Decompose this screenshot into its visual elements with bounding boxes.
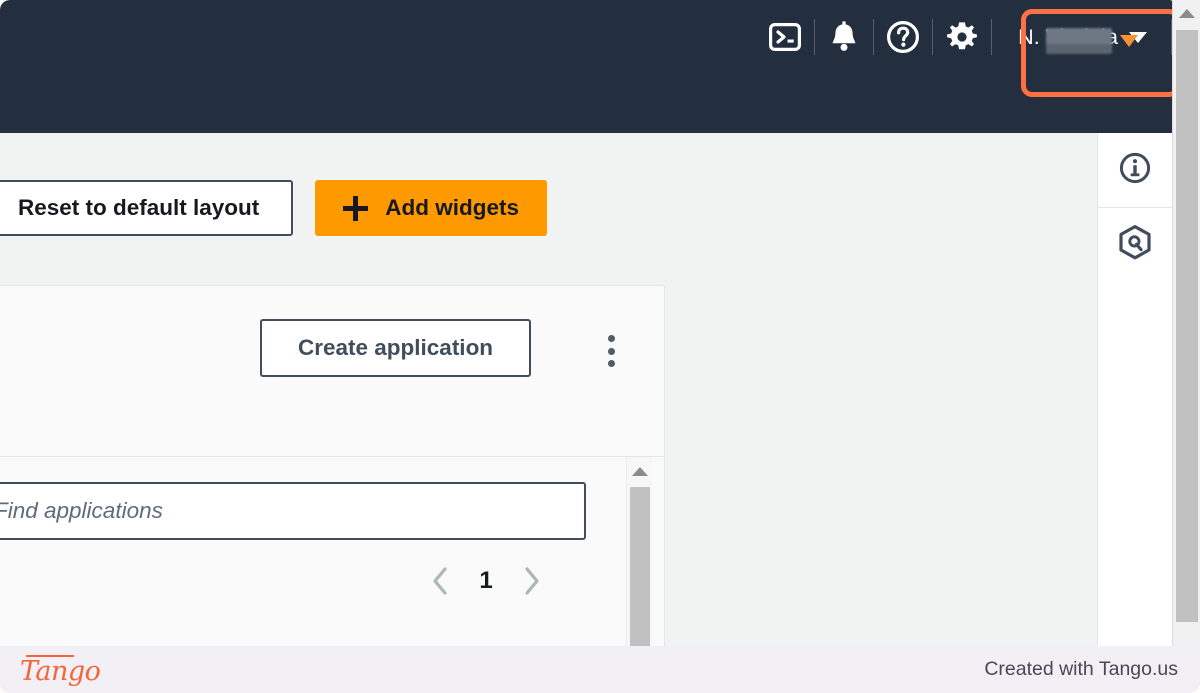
widget-header: Create application [0,286,664,456]
reset-to-default-layout-button[interactable]: Reset to default layout [0,180,294,236]
chevron-left-icon[interactable] [429,565,451,597]
screenshot-root: N. Virginia Reset to default layout Add … [0,0,1200,693]
tango-credit-text: Created with Tango.us [984,658,1178,680]
scrollbar-thumb[interactable] [630,487,650,647]
scroll-up-arrow-icon[interactable] [1178,9,1195,18]
add-widgets-button[interactable]: Add widgets [315,180,548,236]
info-icon [1118,151,1152,190]
nav-actions-row: N. Virginia [0,0,1172,74]
chevron-right-icon[interactable] [521,565,543,597]
cloudshell-icon[interactable] [756,0,814,74]
account-menu[interactable] [1046,24,1156,58]
main-content-area: Reset to default layout Add widgets Crea… [0,133,1097,693]
dashboard-action-bar: Reset to default layout Add widgets [0,180,548,236]
top-navigation-bar: N. Virginia [0,0,1172,133]
create-application-button[interactable]: Create application [260,319,532,377]
settings-gear-icon[interactable] [933,0,991,74]
more-options-vertical-icon[interactable] [597,333,625,369]
plus-icon [343,195,369,221]
amazon-q-hexagon-icon [1117,224,1153,267]
tango-footer: Tango Created with Tango.us [0,646,1200,693]
help-question-icon[interactable] [874,0,932,74]
scroll-up-arrow-icon[interactable] [631,467,648,476]
scrollbar-thumb[interactable] [1176,30,1198,622]
notifications-bell-icon[interactable] [815,0,873,74]
add-widgets-label: Add widgets [385,195,520,220]
right-icon-rail [1097,133,1172,646]
chevron-down-icon [1120,35,1138,47]
tango-logo: Tango [20,653,101,687]
reset-button-label: Reset to default layout [18,195,260,220]
amazon-q-panel-toggle[interactable] [1098,208,1172,282]
info-panel-toggle[interactable] [1098,133,1172,207]
create-application-label: Create application [298,335,494,360]
applications-widget-panel: Create application 1 [0,285,665,693]
pagination: 1 [429,565,543,597]
current-page-number[interactable]: 1 [479,567,493,595]
find-applications-input[interactable] [0,482,586,540]
page-vertical-scrollbar[interactable] [1172,0,1200,646]
account-name-redacted [1046,28,1112,54]
